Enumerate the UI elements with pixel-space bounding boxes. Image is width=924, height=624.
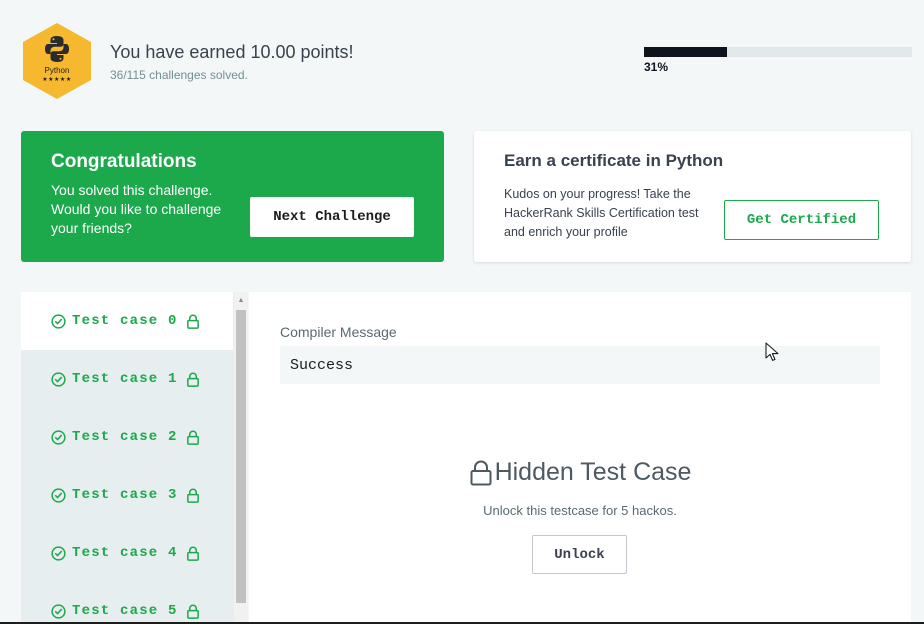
- test-case-label: Test case 0: [72, 313, 178, 329]
- certificate-text: Kudos on your progress! Take the HackerR…: [504, 187, 699, 239]
- test-case-item-4[interactable]: Test case 4: [21, 524, 233, 582]
- test-case-label: Test case 4: [72, 545, 178, 561]
- lock-icon: [186, 372, 199, 387]
- scrollbar-thumb[interactable]: [236, 310, 246, 603]
- compiler-message-label: Compiler Message: [280, 324, 397, 340]
- progress-bar: [644, 47, 912, 57]
- unlock-button[interactable]: Unlock: [532, 535, 627, 574]
- points-earned-title: You have earned 10.00 points!: [110, 42, 354, 62]
- check-circle-icon: [51, 487, 66, 503]
- compiler-message-box: Success: [280, 346, 880, 384]
- python-badge-icon: [21, 22, 93, 100]
- compiler-message-value: Success: [290, 357, 354, 374]
- scroll-up-arrow-icon[interactable]: ▲: [234, 294, 248, 306]
- test-case-item-5[interactable]: Test case 5: [21, 582, 233, 624]
- challenges-solved-count: 36/115 challenges solved.: [110, 68, 248, 82]
- test-case-item-2[interactable]: Test case 2: [21, 408, 233, 466]
- lock-icon: [186, 430, 199, 445]
- test-case-label: Test case 2: [72, 429, 178, 445]
- check-circle-icon: [51, 429, 66, 445]
- progress-bar-fill: [644, 47, 728, 57]
- test-case-item-1[interactable]: Test case 1: [21, 350, 233, 408]
- congratulations-card: Congratulations You solved this challeng…: [21, 131, 444, 262]
- check-circle-icon: [51, 371, 66, 387]
- check-circle-icon: [51, 603, 66, 619]
- lock-icon: [186, 488, 199, 503]
- lock-icon: [186, 604, 199, 619]
- certificate-title: Earn a certificate in Python: [504, 151, 724, 170]
- lock-icon: [470, 460, 492, 485]
- unlock-note: Unlock this testcase for 5 hackos.: [483, 503, 677, 518]
- lock-icon: [186, 314, 199, 329]
- badge-label: Python: [44, 66, 70, 75]
- test-case-label: Test case 5: [72, 603, 178, 619]
- badge-stars: ★★★★★: [42, 77, 72, 83]
- test-case-list: Test case 0 Test case 1 Test case 2 Test…: [21, 292, 248, 624]
- test-case-item-0[interactable]: Test case 0: [21, 292, 233, 350]
- test-case-label: Test case 3: [72, 487, 178, 503]
- progress-percent-label: 31%: [644, 60, 669, 74]
- check-circle-icon: [51, 545, 66, 561]
- mouse-cursor-icon: [765, 342, 779, 361]
- test-output-panel: Compiler Message Success Hidden Test Cas…: [249, 292, 911, 624]
- check-circle-icon: [51, 313, 66, 329]
- hidden-test-case-heading: Hidden Test Case: [249, 458, 911, 487]
- get-certified-button[interactable]: Get Certified: [724, 200, 879, 240]
- congratulations-text: You solved this challenge. Would you lik…: [51, 182, 222, 236]
- lock-icon: [186, 546, 199, 561]
- certificate-card: Earn a certificate in Python Kudos on yo…: [474, 131, 911, 262]
- hidden-test-case-title: Hidden Test Case: [494, 458, 692, 486]
- test-case-label: Test case 1: [72, 371, 178, 387]
- congratulations-title: Congratulations: [51, 151, 197, 172]
- test-case-item-3[interactable]: Test case 3: [21, 466, 233, 524]
- next-challenge-button[interactable]: Next Challenge: [250, 197, 414, 237]
- test-case-scrollbar[interactable]: ▲: [234, 292, 248, 624]
